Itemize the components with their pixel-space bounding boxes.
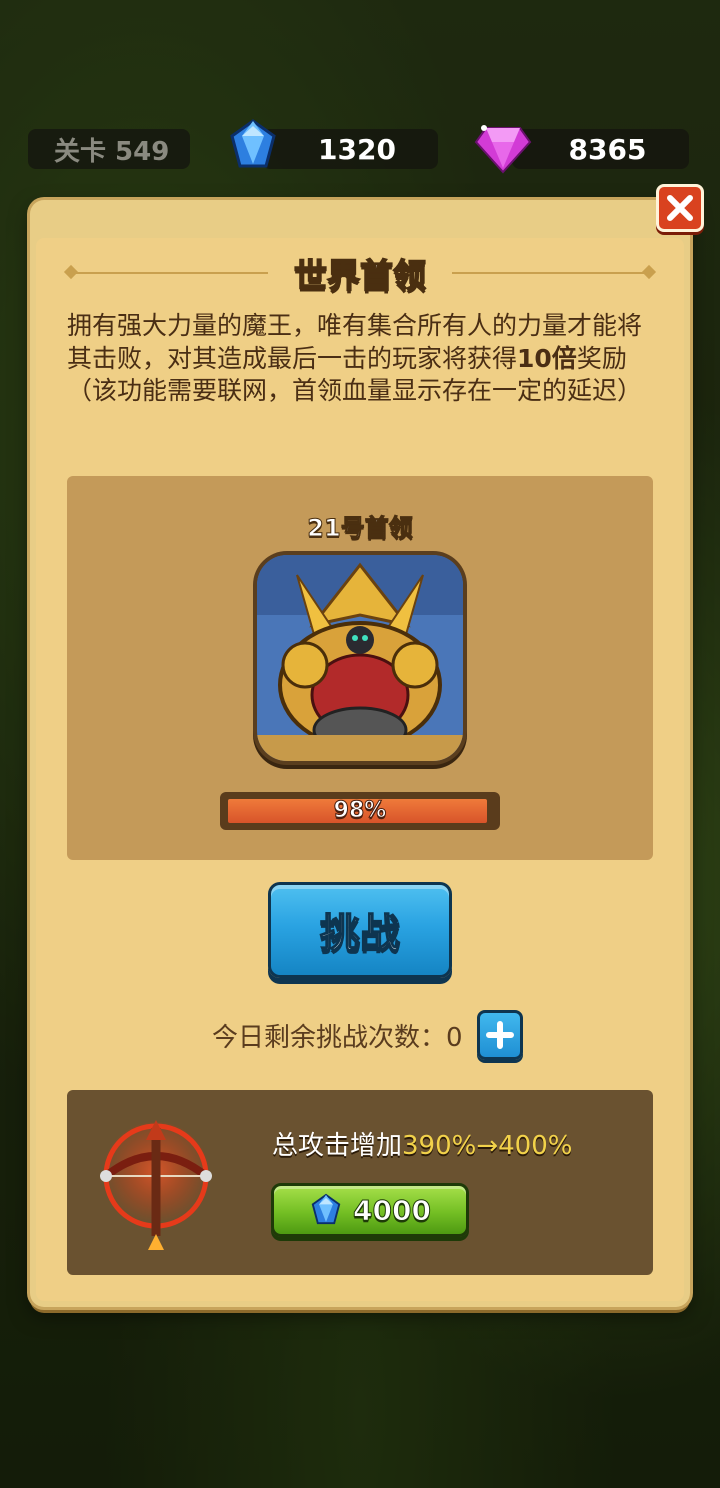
- add-challenges-button[interactable]: [476, 1010, 523, 1060]
- boss-image: [257, 555, 463, 761]
- boss-portrait: [257, 555, 463, 761]
- challenge-label: 挑战: [319, 910, 401, 958]
- remaining-challenges: 今日剩余挑战次数：0: [212, 1010, 523, 1060]
- upgrade-value: 390%→400%: [402, 1131, 573, 1161]
- pink-gem-counter: 8365: [512, 129, 689, 169]
- remaining-label: 今日剩余挑战次数：0: [212, 1022, 463, 1053]
- blue-gem-counter: 1320: [262, 129, 438, 169]
- upgrade-buy-button[interactable]: 4000: [271, 1183, 469, 1237]
- plus-icon: [485, 1021, 514, 1049]
- challenge-button[interactable]: 挑战: [268, 882, 452, 978]
- blue-gem-icon: [230, 119, 276, 168]
- attack-upgrade-text: 总攻击增加390%→400%: [272, 1125, 572, 1162]
- level-label: 关卡 549: [54, 136, 170, 167]
- title-divider-right: [452, 272, 654, 274]
- upgrade-cost: 4000: [353, 1193, 432, 1227]
- pink-gem-count: 8365: [568, 132, 647, 166]
- pink-diamond-icon: [474, 125, 532, 174]
- blue-gem-icon: [311, 1193, 341, 1225]
- boss-name: 21号首领: [307, 514, 413, 543]
- close-button[interactable]: [656, 184, 704, 232]
- boss-hp-text: 98%: [333, 798, 387, 824]
- blue-gem-count: 1320: [318, 132, 396, 166]
- close-icon: [667, 195, 693, 221]
- title-divider-left: [66, 272, 268, 274]
- dialog-title: 世界首领: [293, 255, 427, 296]
- crossbow-icon: [100, 1120, 212, 1250]
- level-indicator: 关卡 549: [28, 129, 190, 169]
- dialog-description: 拥有强大力量的魔王，唯有集合所有人的力量才能将其击败，对其造成最后一击的玩家将获…: [67, 310, 657, 408]
- description-bold: 10倍: [517, 343, 577, 373]
- upgrade-label: 总攻击增加: [272, 1131, 403, 1161]
- dialog-header: 世界首领: [66, 248, 654, 298]
